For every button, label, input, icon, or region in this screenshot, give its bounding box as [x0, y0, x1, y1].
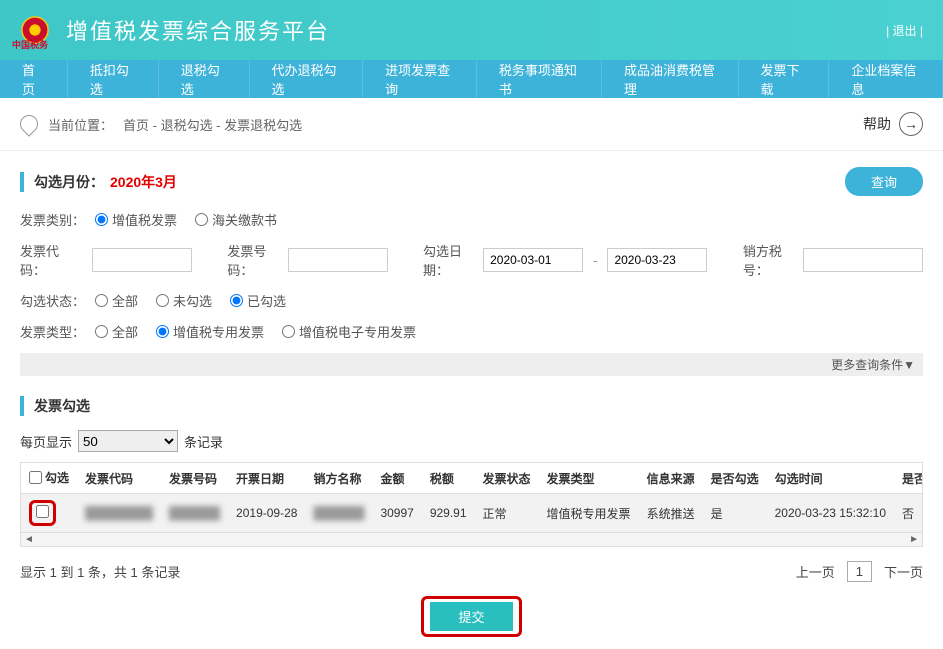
date-to-input[interactable]: [607, 248, 707, 272]
more-filter-toggle[interactable]: 更多查询条件▼: [20, 353, 923, 376]
cell-source: 系统推送: [639, 494, 703, 533]
cell-date: 2019-09-28: [228, 494, 305, 533]
col-code: 发票代码: [77, 463, 161, 494]
cell-status: 正常: [475, 494, 539, 533]
period-label: 勾选月份：: [34, 172, 104, 192]
page-number[interactable]: 1: [847, 561, 872, 582]
cell-type: 增值税专用发票: [539, 494, 639, 533]
col-source: 信息来源: [639, 463, 703, 494]
col-amount: 金额: [372, 463, 421, 494]
main-nav: 首页 抵扣勾选 退税勾选 代办退税勾选 进项发票查询 税务事项通知书 成品油消费…: [0, 60, 943, 98]
filter-section: 勾选月份： 2020年3月 查询 发票类别： 增值税发票 海关缴款书 发票代码：…: [0, 151, 943, 376]
help-button[interactable]: 帮助 →: [863, 112, 923, 136]
col-select: 勾选: [45, 469, 69, 486]
col-selected: 是否勾选: [703, 463, 767, 494]
app-header: 中国税务 增值税发票综合服务平台 | 退出 |: [0, 0, 943, 60]
arrow-right-icon: →: [899, 112, 923, 136]
col-select-time: 勾选时间: [767, 463, 894, 494]
radio-status-all[interactable]: 全部: [95, 291, 138, 310]
logout-link[interactable]: | 退出 |: [886, 22, 923, 39]
col-type: 发票类型: [539, 463, 639, 494]
invoice-kind-label: 发票类别：: [20, 210, 85, 229]
col-status: 发票状态: [475, 463, 539, 494]
col-tax: 税额: [422, 463, 475, 494]
row-checkbox[interactable]: [36, 505, 49, 518]
radio-type-e-special[interactable]: 增值税电子专用发票: [282, 322, 416, 341]
app-title: 增值税发票综合服务平台: [66, 14, 330, 46]
radio-customs[interactable]: 海关缴款书: [195, 210, 277, 229]
query-button[interactable]: 查询: [845, 167, 923, 196]
cell-select-time: 2020-03-23 15:32:10: [767, 494, 894, 533]
select-status-label: 勾选状态：: [20, 291, 85, 310]
cell-seller: ██████: [305, 494, 372, 533]
invoice-table: 勾选 发票代码 发票号码 开票日期 销方名称 金额 税额 发票状态 发票类型 信…: [21, 463, 923, 532]
next-page[interactable]: 下一页: [884, 562, 923, 581]
table-container: 勾选 发票代码 发票号码 开票日期 销方名称 金额 税额 发票状态 发票类型 信…: [20, 462, 923, 547]
nav-agent-refund[interactable]: 代办退税勾选: [250, 60, 364, 98]
submit-highlight: 提交: [421, 596, 521, 637]
select-date-label: 勾选日期：: [423, 241, 473, 279]
col-seller: 销方名称: [305, 463, 372, 494]
breadcrumb-bar: 当前位置： 首页 - 退税勾选 - 发票退税勾选 帮助 →: [0, 98, 943, 151]
cell-num: ██████: [161, 494, 228, 533]
help-label: 帮助: [863, 114, 891, 134]
page-size-select[interactable]: 50: [78, 430, 178, 452]
horizontal-scrollbar[interactable]: ◄ ►: [21, 532, 922, 546]
seller-tax-input[interactable]: [803, 248, 923, 272]
submit-button[interactable]: 提交: [430, 602, 512, 631]
nav-invoice-download[interactable]: 发票下载: [739, 60, 830, 98]
location-icon: [16, 111, 41, 136]
invoice-type-label: 发票类型：: [20, 322, 85, 341]
page-size-pre: 每页显示: [20, 432, 72, 451]
radio-vat-invoice[interactable]: 增值税发票: [95, 210, 177, 229]
app-logo: 中国税务: [16, 11, 54, 49]
nav-input-query[interactable]: 进项发票查询: [363, 60, 477, 98]
date-separator: -: [593, 253, 597, 268]
invoice-code-input[interactable]: [92, 248, 192, 272]
radio-status-selected[interactable]: 已勾选: [230, 291, 286, 310]
breadcrumb-label: 当前位置：: [48, 115, 113, 134]
nav-tax-notice[interactable]: 税务事项通知书: [477, 60, 602, 98]
filter-title: 勾选月份： 2020年3月: [20, 172, 177, 192]
list-title: 发票勾选: [20, 396, 923, 416]
seller-tax-label: 销方税号：: [743, 241, 793, 279]
invoice-num-label: 发票号码：: [227, 241, 277, 279]
scroll-left-icon[interactable]: ◄: [24, 534, 34, 545]
prev-page[interactable]: 上一页: [796, 562, 835, 581]
list-section: 发票勾选 每页显示 50 条记录 勾选 发票代码 发票号码 开票日期 销方名称 …: [0, 376, 943, 649]
radio-type-all[interactable]: 全部: [95, 322, 138, 341]
col-num: 发票号码: [161, 463, 228, 494]
period-value: 2020年3月: [110, 172, 177, 192]
col-confirmed: 是否确认: [894, 463, 923, 494]
cell-tax: 929.91: [422, 494, 475, 533]
radio-type-special[interactable]: 增值税专用发票: [156, 322, 264, 341]
table-header-row: 勾选 发票代码 发票号码 开票日期 销方名称 金额 税额 发票状态 发票类型 信…: [21, 463, 923, 494]
invoice-code-label: 发票代码：: [20, 241, 82, 279]
cell-code: ████████: [77, 494, 161, 533]
col-date: 开票日期: [228, 463, 305, 494]
nav-company-profile[interactable]: 企业档案信息: [829, 60, 943, 98]
nav-home[interactable]: 首页: [0, 60, 68, 98]
nav-refund[interactable]: 退税勾选: [159, 60, 250, 98]
invoice-num-input[interactable]: [288, 248, 388, 272]
breadcrumb-path: 首页 - 退税勾选 - 发票退税勾选: [123, 115, 302, 134]
date-from-input[interactable]: [483, 248, 583, 272]
radio-status-unselected[interactable]: 未勾选: [156, 291, 212, 310]
cell-confirmed: 否: [894, 494, 923, 533]
record-summary: 显示 1 到 1 条，共 1 条记录: [20, 562, 180, 581]
nav-oil-tax[interactable]: 成品油消费税管理: [602, 60, 739, 98]
nav-deduct[interactable]: 抵扣勾选: [68, 60, 159, 98]
cell-selected: 是: [703, 494, 767, 533]
cell-amount: 30997: [372, 494, 421, 533]
table-row: ████████ ██████ 2019-09-28 ██████ 30997 …: [21, 494, 923, 533]
select-all-checkbox[interactable]: [29, 471, 42, 484]
pagination: 上一页 1 下一页: [796, 561, 923, 582]
page-size-post: 条记录: [184, 432, 223, 451]
scroll-right-icon[interactable]: ►: [909, 534, 919, 545]
